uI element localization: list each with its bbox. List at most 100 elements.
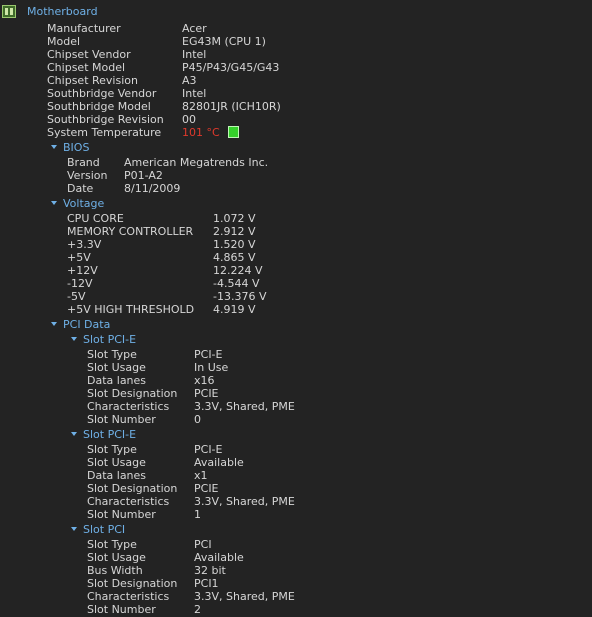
prop-label: Slot Usage [87,551,146,564]
prop-value: In Use [194,361,229,374]
page-title[interactable]: Motherboard [27,5,98,18]
prop-row: Slot Number 0 [87,413,487,426]
prop-value: x1 [194,469,208,482]
prop-value: P01-A2 [124,169,163,182]
prop-row: Chipset Vendor Intel [47,48,447,61]
prop-label: System Temperature [47,126,162,139]
section-voltage[interactable]: Voltage [51,197,104,210]
temperature-value-wrap: 101 °C [182,126,239,139]
prop-label: Slot Number [87,603,156,616]
prop-row: Slot Type PCI-E [87,443,487,456]
section-label: Voltage [63,197,105,210]
section-bios[interactable]: BIOS [51,141,89,154]
prop-value: 3.3V, Shared, PME [194,590,295,603]
prop-label: -5V [67,290,86,303]
prop-row: Slot Designation PCIE [87,387,487,400]
temperature-value: 101 °C [182,126,220,139]
prop-row: -12V -4.544 V [67,277,467,290]
prop-value: PCIE [194,387,219,400]
prop-label: Characteristics [87,590,170,603]
prop-label: -12V [67,277,93,290]
prop-row: Brand American Megatrends Inc. [67,156,467,169]
prop-label: Slot Usage [87,361,146,374]
prop-label: Version [67,169,108,182]
prop-row: Characteristics 3.3V, Shared, PME [87,590,487,603]
prop-label: Slot Designation [87,387,178,400]
prop-row: +5V 4.865 V [67,251,467,264]
prop-label: +12V [67,264,98,277]
section-label: Slot PCI-E [83,333,137,346]
section-pci-data[interactable]: PCI Data [51,318,110,331]
prop-label: Slot Number [87,508,156,521]
prop-value: 2.912 V [213,225,256,238]
prop-value: 82801JR (ICH10R) [182,100,281,113]
prop-value: 1.520 V [213,238,256,251]
prop-row: Southbridge Model 82801JR (ICH10R) [47,100,447,113]
prop-label: Manufacturer [47,22,121,35]
prop-value: 4.919 V [213,303,256,316]
temperature-status-icon [227,126,239,138]
prop-label: Data lanes [87,374,147,387]
prop-label: Slot Designation [87,577,178,590]
prop-value: 3.3V, Shared, PME [194,400,295,413]
prop-value: -13.376 V [213,290,267,303]
section-slot[interactable]: Slot PCI [71,523,125,536]
prop-row: CPU CORE 1.072 V [67,212,467,225]
prop-row: Data lanes x16 [87,374,487,387]
prop-row: +5V HIGH THRESHOLD 4.919 V [67,303,467,316]
prop-label: Slot Type [87,443,137,456]
prop-value: 32 bit [194,564,226,577]
prop-label: CPU CORE [67,212,124,225]
prop-row: -5V -13.376 V [67,290,467,303]
prop-row: Slot Type PCI-E [87,348,487,361]
section-label: Slot PCI [83,523,126,536]
prop-row: Slot Type PCI [87,538,487,551]
section-slot[interactable]: Slot PCI-E [71,333,136,346]
prop-value: Available [194,456,244,469]
prop-label: Slot Designation [87,482,178,495]
prop-value: Intel [182,87,207,100]
prop-label: Brand [67,156,100,169]
prop-row: Southbridge Revision 00 [47,113,447,126]
prop-row: Slot Number 2 [87,603,487,616]
expand-arrow-icon [51,145,57,149]
system-temperature-row: System Temperature 101 °C [47,126,447,139]
prop-row: Bus Width 32 bit [87,564,487,577]
expand-arrow-icon [51,201,57,205]
prop-row: Chipset Revision A3 [47,74,447,87]
prop-row: Slot Usage In Use [87,361,487,374]
prop-row: Model EG43M (CPU 1) [47,35,447,48]
prop-row: Slot Usage Available [87,551,487,564]
prop-value: American Megatrends Inc. [124,156,269,169]
prop-value: 4.865 V [213,251,256,264]
prop-value: 1 [194,508,201,521]
prop-label: MEMORY CONTROLLER [67,225,194,238]
prop-label: Chipset Revision [47,74,138,87]
expand-arrow-icon [71,432,77,436]
prop-label: Bus Width [87,564,143,577]
section-label: PCI Data [63,318,111,331]
prop-value: 8/11/2009 [124,182,181,195]
prop-label: Southbridge Model [47,100,151,113]
prop-value: 2 [194,603,201,616]
prop-value: PCI-E [194,443,223,456]
prop-label: Slot Type [87,538,137,551]
prop-row: +3.3V 1.520 V [67,238,467,251]
prop-label: Southbridge Revision [47,113,164,126]
section-slot[interactable]: Slot PCI-E [71,428,136,441]
prop-row: Characteristics 3.3V, Shared, PME [87,400,487,413]
prop-value: PCI [194,538,212,551]
expand-arrow-icon [51,322,57,326]
prop-row: Slot Designation PCIE [87,482,487,495]
prop-value: Intel [182,48,207,61]
prop-value: A3 [182,74,197,87]
prop-row: Date 8/11/2009 [67,182,467,195]
prop-row: Version P01-A2 [67,169,467,182]
expand-arrow-icon [71,337,77,341]
prop-label: Slot Usage [87,456,146,469]
prop-value: PCI1 [194,577,219,590]
prop-value: Available [194,551,244,564]
expand-arrow-icon [71,527,77,531]
prop-label: Characteristics [87,400,170,413]
prop-label: +5V [67,251,91,264]
